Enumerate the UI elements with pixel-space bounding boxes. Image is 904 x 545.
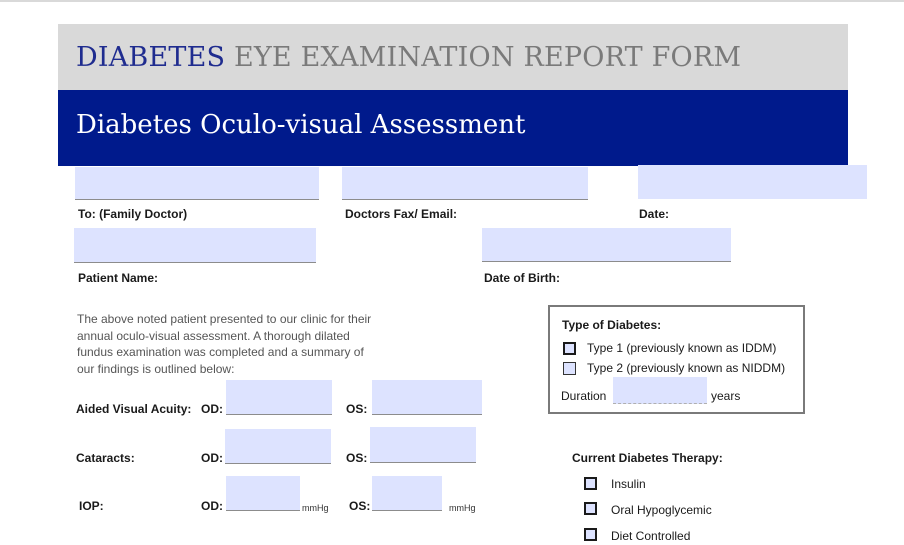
section-banner: Diabetes Oculo-visual Assessment xyxy=(58,90,848,166)
years-label: years xyxy=(711,389,741,403)
intro-line: fundus examination was completed and a s… xyxy=(77,345,364,359)
doctor-fax-email-input[interactable] xyxy=(342,167,588,200)
intro-line: annual oculo-visual assessment. A thorou… xyxy=(77,328,350,343)
diabetes-type-box: Type of Diabetes: Type 1 (previously kno… xyxy=(548,305,805,414)
type2-checkbox[interactable] xyxy=(563,362,576,375)
cataracts-od-input[interactable] xyxy=(225,429,331,464)
patient-name-input[interactable] xyxy=(74,228,316,263)
iop-od-label: OD: xyxy=(201,499,223,513)
diet-controlled-label: Diet Controlled xyxy=(611,529,691,543)
oral-hypoglycemic-checkbox[interactable] xyxy=(584,502,597,515)
date-input[interactable] xyxy=(638,165,867,199)
insulin-label: Insulin xyxy=(611,477,646,491)
cataracts-os-label: OS: xyxy=(346,451,368,465)
date-label: Date: xyxy=(639,207,670,221)
cataracts-os-input[interactable] xyxy=(370,427,476,463)
diabetes-type-title: Type of Diabetes: xyxy=(562,318,662,332)
iop-od-input[interactable] xyxy=(226,476,300,511)
patient-name-label: Patient Name: xyxy=(78,271,159,285)
visual-acuity-os-label: OS: xyxy=(346,402,368,416)
date-of-birth-input[interactable] xyxy=(482,228,731,262)
type2-label: Type 2 (previously known as NIDDM) xyxy=(587,361,786,375)
form-title: DIABETES EYE EXAMINATION REPORT FORM xyxy=(76,42,741,73)
doctor-fax-email-label: Doctors Fax/ Email: xyxy=(345,207,458,221)
intro-line: The above noted patient presented to our… xyxy=(77,312,372,326)
intro-paragraph: The above noted patient presented to our… xyxy=(77,311,401,377)
form-header: DIABETES EYE EXAMINATION REPORT FORM xyxy=(58,24,848,90)
visual-acuity-od-label: OD: xyxy=(201,402,223,416)
form-title-accent: DIABETES xyxy=(76,42,226,73)
banner-title: Diabetes Oculo-visual Assessment xyxy=(76,110,526,140)
iop-os-input[interactable] xyxy=(372,476,442,511)
therapy-title: Current Diabetes Therapy: xyxy=(572,451,723,465)
form-title-rest: EYE EXAMINATION REPORT FORM xyxy=(225,42,742,73)
visual-acuity-od-input[interactable] xyxy=(226,380,332,415)
duration-label: Duration xyxy=(561,389,607,403)
family-doctor-input[interactable] xyxy=(75,167,319,200)
intro-line: our findings is outlined below: xyxy=(77,361,235,376)
insulin-checkbox[interactable] xyxy=(584,477,597,490)
iop-od-unit: mmHg xyxy=(302,503,329,513)
cataracts-od-label: OD: xyxy=(201,451,223,465)
visual-acuity-label: Aided Visual Acuity: xyxy=(76,402,192,416)
visual-acuity-os-input[interactable] xyxy=(372,380,482,415)
type1-checkbox[interactable] xyxy=(563,342,576,355)
cataracts-label: Cataracts: xyxy=(76,451,135,465)
oral-hypoglycemic-label: Oral Hypoglycemic xyxy=(611,503,712,517)
iop-os-unit: mmHg xyxy=(449,503,476,513)
iop-label: IOP: xyxy=(79,499,104,513)
diet-controlled-checkbox[interactable] xyxy=(584,528,597,541)
top-divider xyxy=(0,0,904,2)
date-of-birth-label: Date of Birth: xyxy=(484,271,560,285)
family-doctor-label: To: (Family Doctor) xyxy=(78,207,188,221)
iop-os-label: OS: xyxy=(349,499,371,513)
type1-label: Type 1 (previously known as IDDM) xyxy=(587,341,777,355)
duration-years-input[interactable] xyxy=(613,377,707,404)
